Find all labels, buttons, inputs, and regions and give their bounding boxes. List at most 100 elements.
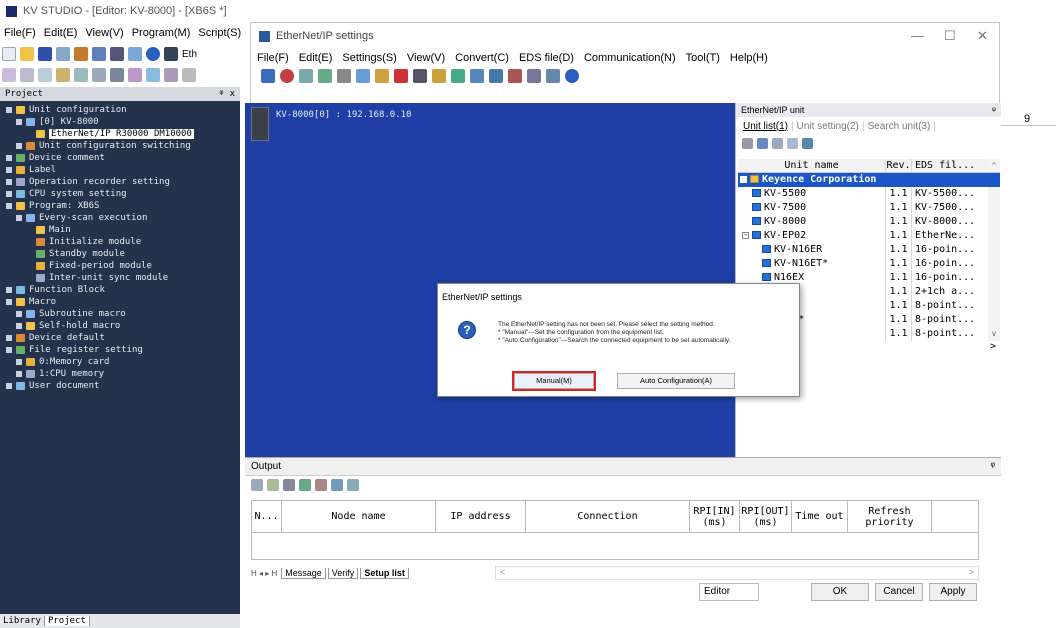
monitor-icon[interactable] — [92, 47, 106, 61]
unit-expander-icon[interactable]: − — [742, 231, 749, 239]
tree-expander-icon[interactable] — [6, 382, 12, 389]
column-time-out[interactable]: Time out — [792, 501, 848, 532]
tree-expander-icon[interactable] — [16, 322, 22, 329]
output-sort-icon[interactable] — [315, 479, 327, 491]
tree-expander-icon[interactable] — [6, 334, 12, 341]
main-menu-edit[interactable]: Edit(E) — [44, 27, 78, 39]
tree-expander-icon[interactable] — [6, 154, 12, 161]
tab-message[interactable]: Message — [281, 567, 326, 579]
project-pane-pin-close[interactable]: ᵠ x — [219, 89, 235, 99]
tree-expander-icon[interactable] — [6, 178, 12, 185]
toolbar-icon-c[interactable] — [38, 68, 52, 82]
properties-icon[interactable] — [299, 69, 313, 83]
unit-table-vscrollbar[interactable] — [988, 285, 1000, 299]
eip-menu-communication[interactable]: Communication(N) — [584, 52, 676, 64]
project-tree-item[interactable]: EtherNet/IP R30000 DM10000 — [0, 128, 240, 140]
preview-icon[interactable] — [128, 47, 142, 61]
toolbar-icon-h[interactable] — [128, 68, 142, 82]
project-tree-item[interactable]: Self-hold macro — [0, 320, 240, 332]
network-icon[interactable] — [318, 69, 332, 83]
list-view-icon[interactable] — [757, 137, 768, 149]
verify-icon[interactable] — [508, 69, 522, 83]
tree-expander-icon[interactable] — [6, 298, 12, 305]
help-icon[interactable] — [146, 47, 160, 61]
main-menu-program[interactable]: Program(M) — [132, 27, 191, 39]
output-filter-icon[interactable] — [299, 479, 311, 491]
tab-unit-setting[interactable]: Unit setting(2) — [794, 121, 862, 132]
column-eds-file[interactable]: EDS fil... — [912, 159, 988, 172]
cancel-button[interactable]: Cancel — [875, 583, 923, 601]
project-tree-item[interactable]: User document — [0, 380, 240, 392]
eip-menu-view[interactable]: View(V) — [407, 52, 445, 64]
output-paste-icon[interactable] — [267, 479, 279, 491]
save-icon[interactable] — [38, 47, 52, 61]
toolbar-icon-d[interactable] — [56, 68, 70, 82]
output-tab-nav[interactable]: H ◂ ▸ H — [251, 569, 277, 578]
column-unit-name[interactable]: Unit name — [738, 159, 886, 172]
transfer-icon[interactable] — [74, 47, 88, 61]
unit-row[interactable]: KV-8000 1.1 KV-8000... — [738, 215, 1000, 229]
minimize-button[interactable]: — — [911, 28, 924, 43]
tab-setup-list[interactable]: Setup list — [360, 567, 409, 579]
unit-table-vscrollbar[interactable] — [988, 243, 1000, 257]
eip-menu-edit[interactable]: Edit(E) — [299, 52, 333, 64]
unit-table-vscrollbar[interactable] — [988, 187, 1000, 201]
auto-configuration-button[interactable]: Auto Configuration(A) — [617, 373, 735, 389]
project-tree-item[interactable]: Macro — [0, 296, 240, 308]
project-tree-item[interactable]: CPU system setting — [0, 188, 240, 200]
monitor-list-icon[interactable] — [413, 69, 427, 83]
unit-table-scroll-up[interactable]: ^ — [988, 159, 1000, 172]
unit-table-vscrollbar[interactable] — [988, 215, 1000, 229]
paste-icon[interactable] — [375, 69, 389, 83]
project-tree-item[interactable]: Unit configuration switching — [0, 140, 240, 152]
tree-expander-icon[interactable] — [6, 166, 12, 173]
read-icon[interactable] — [470, 69, 484, 83]
project-tree-item[interactable]: Function Block — [0, 284, 240, 296]
project-tree-item[interactable]: Every-scan execution — [0, 212, 240, 224]
toolbar-icon-i[interactable] — [146, 68, 160, 82]
copy-icon[interactable] — [356, 69, 370, 83]
project-tree-item[interactable]: Operation recorder setting — [0, 176, 240, 188]
project-tree-item[interactable]: 1:CPU memory — [0, 368, 240, 380]
group-expand-icon[interactable] — [740, 175, 747, 183]
main-menu-view[interactable]: View(V) — [85, 27, 123, 39]
tree-expander-icon[interactable] — [6, 202, 12, 209]
tree-expander-icon[interactable] — [6, 346, 12, 353]
toolbar-icon-g[interactable] — [110, 68, 124, 82]
project-tree-item[interactable]: Fixed-period module — [0, 260, 240, 272]
main-menu-script[interactable]: Script(S) — [198, 27, 241, 39]
print-icon[interactable] — [110, 47, 124, 61]
tree-expander-icon[interactable] — [16, 214, 22, 221]
tree-expander-icon[interactable] — [6, 286, 12, 293]
close-button[interactable]: ✕ — [977, 28, 988, 44]
write-icon[interactable] — [489, 69, 503, 83]
unit-group-keyence[interactable]: Keyence Corporation — [738, 173, 1000, 187]
output-scroll-right[interactable]: > — [969, 567, 974, 577]
tree-expander-icon[interactable] — [16, 310, 22, 317]
unit-table-vscrollbar[interactable] — [988, 229, 1000, 243]
eip-menu-file[interactable]: File(F) — [257, 52, 289, 64]
toolbar-icon-a[interactable] — [2, 68, 16, 82]
unit-row[interactable]: − KV-EP02 1.1 EtherNe... — [738, 229, 1000, 243]
output-copy-icon[interactable] — [251, 479, 263, 491]
ok-button[interactable]: OK — [811, 583, 869, 601]
project-tree-item[interactable]: Device default — [0, 332, 240, 344]
open-folder-icon[interactable] — [20, 47, 34, 61]
column-ip-address[interactable]: IP address — [436, 501, 526, 532]
project-tree-item[interactable]: Unit configuration — [0, 104, 240, 116]
project-icon[interactable] — [56, 47, 70, 61]
eip-menu-settings[interactable]: Settings(S) — [342, 52, 396, 64]
wrench-icon[interactable] — [432, 69, 446, 83]
new-file-icon[interactable] — [2, 47, 16, 61]
tab-library[interactable]: Library — [0, 616, 45, 626]
search-unit-icon[interactable] — [451, 69, 465, 83]
collapse-all-icon[interactable] — [787, 137, 798, 149]
column-rpi-out[interactable]: RPI[OUT] (ms) — [740, 501, 792, 532]
toolbar-icon-b[interactable] — [20, 68, 34, 82]
project-tree-item[interactable]: Subroutine macro — [0, 308, 240, 320]
unit-row[interactable]: KV-7500 1.1 KV-7500... — [738, 201, 1000, 215]
unit-table-scroll-right[interactable]: > — [990, 341, 996, 355]
unit-table-vscrollbar[interactable] — [988, 271, 1000, 285]
delete-icon[interactable] — [280, 69, 294, 83]
project-tree-item[interactable]: Initialize module — [0, 236, 240, 248]
